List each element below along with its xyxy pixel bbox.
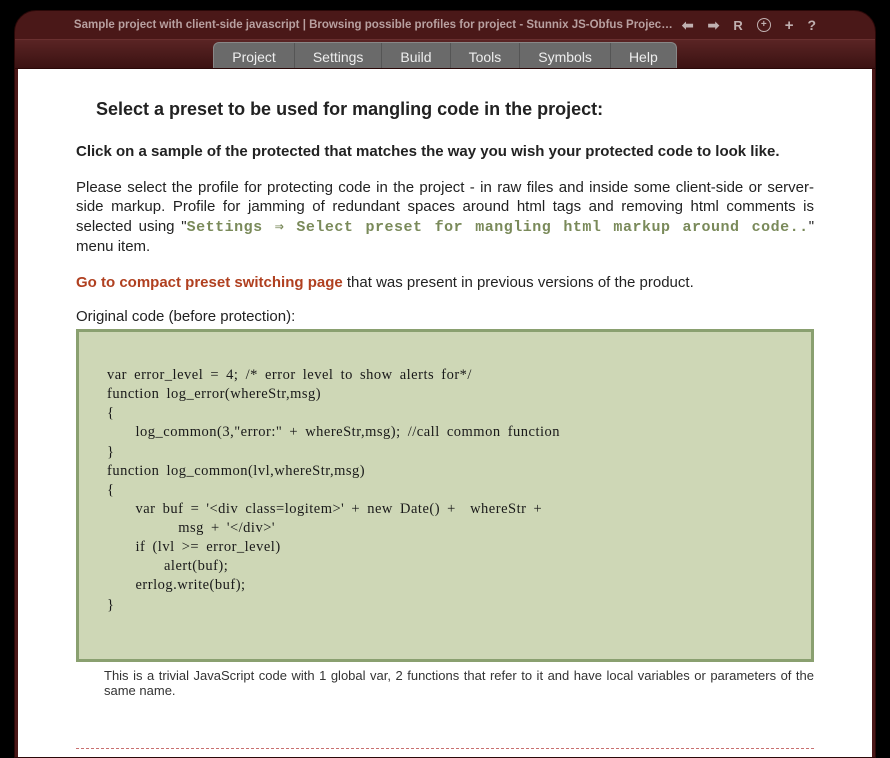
titlebar-controls: ⬅ ➡ R + + ? [682, 17, 816, 34]
forward-icon[interactable]: ➡ [708, 18, 720, 32]
help-icon[interactable]: ? [808, 17, 817, 33]
menu-help[interactable]: Help [611, 43, 676, 68]
compact-preset-paragraph: Go to compact preset switching page that… [76, 273, 814, 293]
content-area: Select a preset to be used for mangling … [18, 69, 872, 757]
code-caption: This is a trivial JavaScript code with 1… [104, 668, 814, 698]
titlebar: Sample project with client-side javascri… [15, 11, 875, 39]
settings-menu-path: Settings ⇒ Select preset for mangling ht… [187, 219, 809, 236]
section-separator [76, 748, 814, 749]
app-frame-outer: Sample project with client-side javascri… [0, 0, 890, 758]
plus-icon[interactable]: + [785, 17, 794, 34]
profile-instruction-paragraph: Please select the profile for protecting… [76, 178, 814, 257]
compact-preset-rest: that was present in previous versions of… [343, 274, 694, 291]
menu-project[interactable]: Project [214, 43, 295, 68]
original-code-label: Original code (before protection): [76, 308, 814, 325]
menu-build[interactable]: Build [382, 43, 450, 68]
menu-symbols[interactable]: Symbols [520, 43, 611, 68]
page-heading: Select a preset to be used for mangling … [96, 99, 814, 120]
add-circle-icon[interactable]: + [757, 18, 771, 32]
original-code-box: var error_level = 4; /* error level to s… [76, 329, 814, 662]
app-frame: Sample project with client-side javascri… [14, 10, 876, 758]
back-icon[interactable]: ⬅ [682, 18, 694, 32]
reload-icon[interactable]: R [733, 18, 742, 33]
menubar-inner: Project Settings Build Tools Symbols Hel… [213, 42, 676, 68]
menu-settings[interactable]: Settings [295, 43, 383, 68]
intro-paragraph: Click on a sample of the protected that … [76, 142, 814, 162]
window-title: Sample project with client-side javascri… [74, 19, 674, 31]
menubar: Project Settings Build Tools Symbols Hel… [15, 39, 875, 69]
compact-preset-link[interactable]: Go to compact preset switching page [76, 274, 343, 291]
menu-tools[interactable]: Tools [451, 43, 521, 68]
